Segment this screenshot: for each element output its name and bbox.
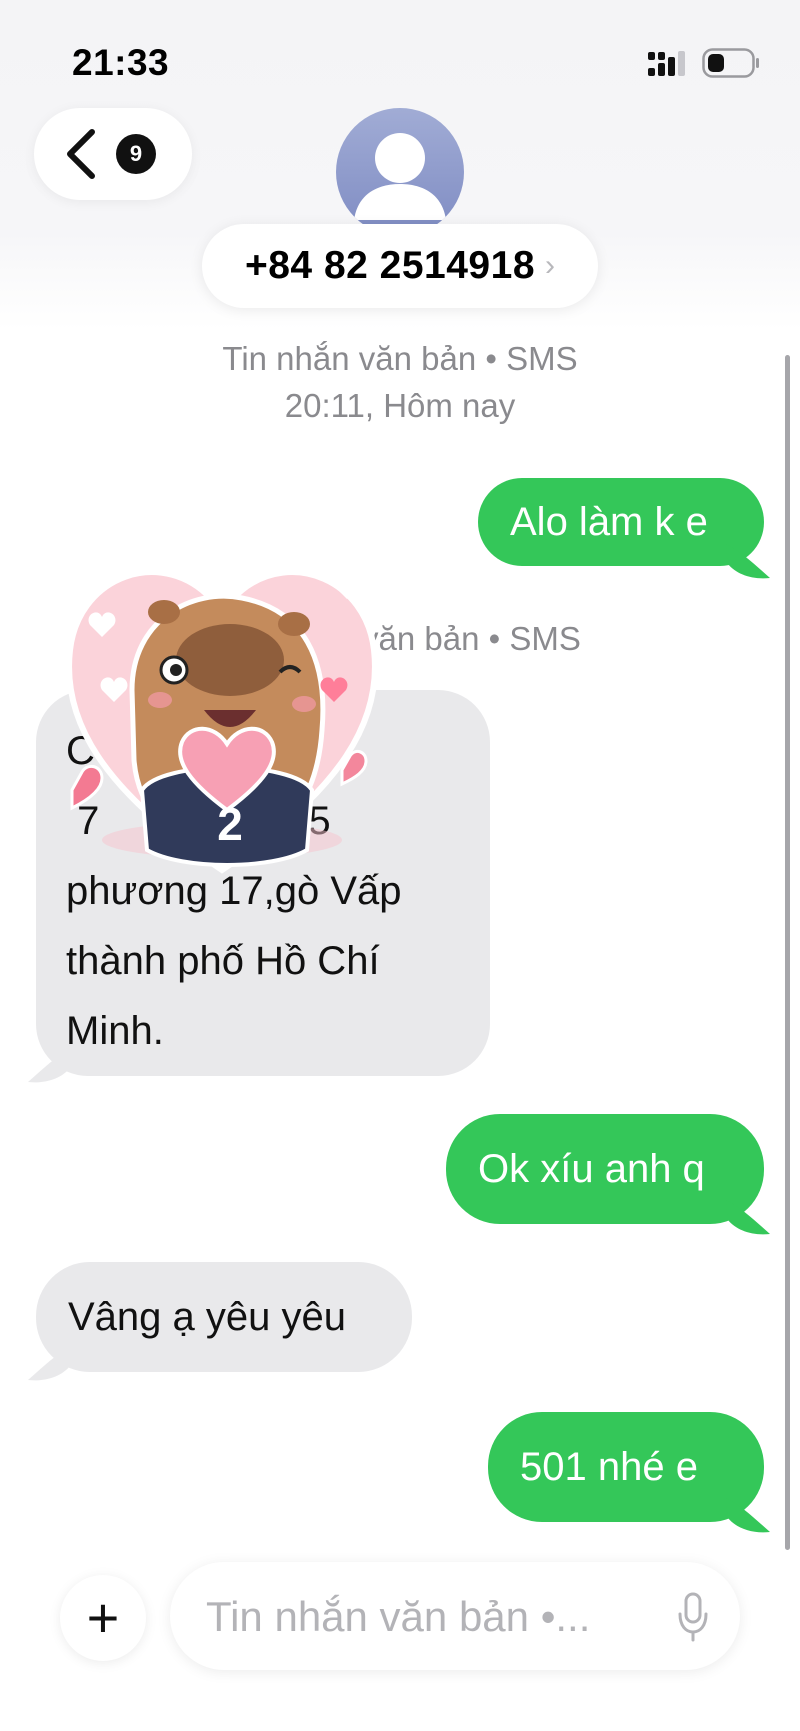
message-timestamp: 20:11, Hôm nay [284, 387, 516, 424]
message-type-label: Tin nhắn văn bản • SMS [222, 340, 578, 377]
capybara-heart-sticker[interactable]: 2 [42, 540, 402, 900]
unread-count-badge: 9 [116, 134, 156, 174]
outgoing-message[interactable]: Alo làm k e [478, 478, 764, 566]
message-text: Alo làm k e [510, 500, 708, 544]
chevron-right-icon: › [545, 249, 556, 282]
add-attachment-button[interactable]: + [60, 1575, 146, 1661]
contact-avatar[interactable] [336, 108, 464, 236]
message-text: Ok xíu anh q [478, 1147, 705, 1191]
chevron-left-icon [67, 129, 95, 179]
back-button[interactable]: 9 [34, 108, 192, 200]
scrollbar[interactable] [785, 355, 790, 1550]
bubble-tail [726, 1498, 770, 1533]
contact-info-button[interactable]: +84 82 2514918 › [202, 224, 598, 308]
message-text: Vâng ạ yêu yêu [68, 1295, 346, 1339]
outgoing-message[interactable]: Ok xíu anh q [446, 1114, 764, 1224]
message-input-container[interactable] [170, 1562, 740, 1670]
cellular-signal-icon [648, 51, 685, 76]
person-icon [354, 133, 446, 220]
message-line: Minh. [66, 1009, 164, 1053]
message-text: 501 nhé e [520, 1445, 698, 1489]
bubble-tail [726, 544, 770, 579]
message-input[interactable] [204, 1586, 648, 1648]
bubble-tail [726, 1200, 770, 1235]
bubble-tail [28, 1048, 72, 1083]
microphone-icon[interactable] [676, 1592, 710, 1642]
bubble-tail [28, 1346, 72, 1381]
message-line: thành phố Hồ Chí [66, 939, 380, 983]
battery-icon [702, 48, 759, 78]
outgoing-message[interactable]: 501 nhé e [488, 1412, 764, 1522]
incoming-message[interactable]: Vâng ạ yêu yêu [36, 1262, 412, 1372]
status-time: 21:33 [72, 42, 170, 83]
contact-number: +84 82 2514918 [244, 244, 536, 287]
